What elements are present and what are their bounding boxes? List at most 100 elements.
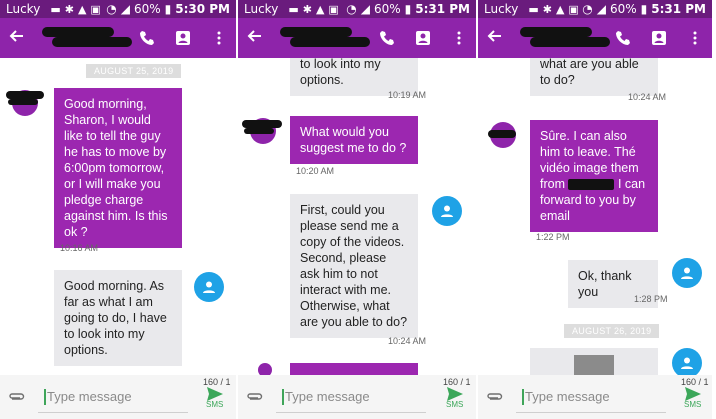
back-arrow-icon[interactable] (8, 27, 34, 50)
incoming-message[interactable]: First, could you please send me a copy o… (290, 194, 418, 338)
message-timestamp: 1:22 PM (536, 232, 570, 242)
signal-icon: ◢ (120, 2, 130, 16)
message-thread: AUGUST 25, 2019 Good morning, Sharon, I … (0, 58, 236, 375)
message-input-placeholder: Type message (47, 389, 132, 404)
redaction (568, 179, 615, 191)
contact-name-redacted (520, 25, 610, 51)
phone-icon[interactable] (614, 29, 632, 47)
message-input-placeholder: Type message (525, 389, 610, 404)
status-right: ◔ ◢ 60% ▮ 5:31 PM (582, 2, 706, 16)
carrier-label: Lucky (484, 2, 519, 16)
phone-icon[interactable] (138, 29, 156, 47)
clock: 5:31 PM (415, 2, 470, 16)
person-icon (672, 258, 702, 288)
incoming-message[interactable]: what are you able to do? (530, 58, 658, 96)
attach-icon[interactable] (8, 392, 30, 402)
composer: Type message 160 / 1 SMS (0, 375, 236, 419)
redaction (488, 130, 516, 138)
battery-icon: ▮ (404, 2, 412, 16)
battery-icon: ▮ (640, 2, 648, 16)
screen-3: Lucky ▬ ✱ ▲ ▣ ◔ ◢ 60% ▮ 5:31 PM what are… (476, 0, 712, 419)
contact-card-icon[interactable] (174, 29, 192, 47)
contact-name-redacted (280, 25, 370, 51)
overflow-menu-icon[interactable] (210, 29, 228, 47)
contact-card-icon[interactable] (650, 29, 668, 47)
status-right: ◔ ◢ 60% ▮ 5:31 PM (346, 2, 470, 16)
battery-level: 60% (133, 2, 161, 16)
app-bar (0, 18, 236, 58)
attach-icon[interactable] (486, 392, 508, 402)
image-icon: ▣ (568, 2, 579, 16)
message-thread: what are you able to do? 10:24 AM Sûre. … (478, 58, 712, 375)
screenshot-collage: Lucky ▬ ✱ ▲ ▣ ◔ ◢ 60% ▮ 5:30 PM AUGUST 2… (0, 0, 716, 419)
status-bar: Lucky ▬ ✱ ▲ ▣ ◔ ◢ 60% ▮ 5:31 PM (478, 0, 712, 18)
image-icon: ▣ (328, 2, 339, 16)
wifi-icon: ◔ (106, 2, 117, 16)
status-bar: Lucky ▬ ✱ ▲ ▣ ◔ ◢ 60% ▮ 5:31 PM (238, 0, 476, 18)
text-caret (44, 388, 46, 405)
back-arrow-icon[interactable] (486, 27, 512, 50)
battery-level: 60% (373, 2, 401, 16)
app-bar (238, 18, 476, 58)
android-icon: ✱ (302, 2, 312, 16)
warning-icon: ▲ (315, 2, 325, 16)
outgoing-message[interactable]: Sûre. I can also him to leave. Thé vidéo… (530, 120, 658, 232)
message-timestamp: 10:16 AM (60, 243, 99, 253)
character-counter: 160 / 1 (203, 377, 231, 387)
message-icon: ▬ (288, 2, 299, 16)
wifi-icon: ◔ (346, 2, 357, 16)
app-bar (478, 18, 712, 58)
attach-icon[interactable] (246, 392, 268, 402)
signal-icon: ◢ (360, 2, 370, 16)
outgoing-message[interactable]: What would you suggest me to do ? (290, 116, 418, 164)
composer: Type message 160 / 1 SMS (478, 375, 712, 419)
outgoing-message-partial (290, 363, 418, 375)
status-right: ◔ ◢ 60% ▮ 5:30 PM (106, 2, 230, 16)
image-thumbnail[interactable] (574, 355, 614, 375)
clock: 5:31 PM (651, 2, 706, 16)
carrier-label: Lucky (244, 2, 279, 16)
person-icon (432, 196, 462, 226)
character-counter: 160 / 1 (681, 377, 709, 387)
phone-icon[interactable] (378, 29, 396, 47)
message-input[interactable]: Type message (38, 381, 188, 413)
status-bar: Lucky ▬ ✱ ▲ ▣ ◔ ◢ 60% ▮ 5:30 PM (0, 0, 236, 18)
message-input[interactable]: Type message (276, 381, 426, 413)
battery-icon: ▮ (164, 2, 172, 16)
redaction (242, 120, 282, 128)
overflow-menu-icon[interactable] (450, 29, 468, 47)
screen-1: Lucky ▬ ✱ ▲ ▣ ◔ ◢ 60% ▮ 5:30 PM AUGUST 2… (0, 0, 236, 419)
message-timestamp: 10:20 AM (296, 166, 335, 176)
wifi-icon: ◔ (582, 2, 593, 16)
carrier-label: Lucky (6, 2, 41, 16)
message-input[interactable]: Type message (516, 381, 666, 413)
android-icon: ✱ (542, 2, 552, 16)
message-input-placeholder: Type message (285, 389, 370, 404)
signal-icon: ◢ (596, 2, 606, 16)
send-button[interactable]: SMS (206, 387, 223, 409)
send-icon (446, 387, 463, 401)
image-icon: ▣ (90, 2, 101, 16)
send-icon (206, 387, 223, 401)
date-divider: AUGUST 25, 2019 (86, 64, 182, 78)
clock: 5:30 PM (175, 2, 230, 16)
character-counter: 160 / 1 (443, 377, 471, 387)
warning-icon: ▲ (77, 2, 87, 16)
composer: Type message 160 / 1 SMS (238, 375, 476, 419)
send-mode-label: SMS (684, 400, 702, 409)
notification-icons: ▬ ✱ ▲ ▣ (50, 3, 101, 16)
message-timestamp: 10:19 AM (388, 90, 427, 100)
redaction (8, 99, 38, 105)
overflow-menu-icon[interactable] (686, 29, 704, 47)
message-timestamp: 1:28 PM (634, 294, 668, 304)
date-divider: AUGUST 26, 2019 (564, 324, 660, 338)
incoming-message[interactable]: Good morning. As far as what I am going … (54, 270, 182, 366)
send-button[interactable]: SMS (446, 387, 463, 409)
send-button[interactable]: SMS (684, 387, 701, 409)
back-arrow-icon[interactable] (246, 27, 272, 50)
send-mode-label: SMS (446, 400, 464, 409)
notification-icons: ▬ ✱ ▲ ▣ (528, 3, 579, 16)
contact-card-icon[interactable] (414, 29, 432, 47)
outgoing-message[interactable]: Good morning, Sharon, I would like to te… (54, 88, 182, 248)
redaction (244, 128, 274, 134)
